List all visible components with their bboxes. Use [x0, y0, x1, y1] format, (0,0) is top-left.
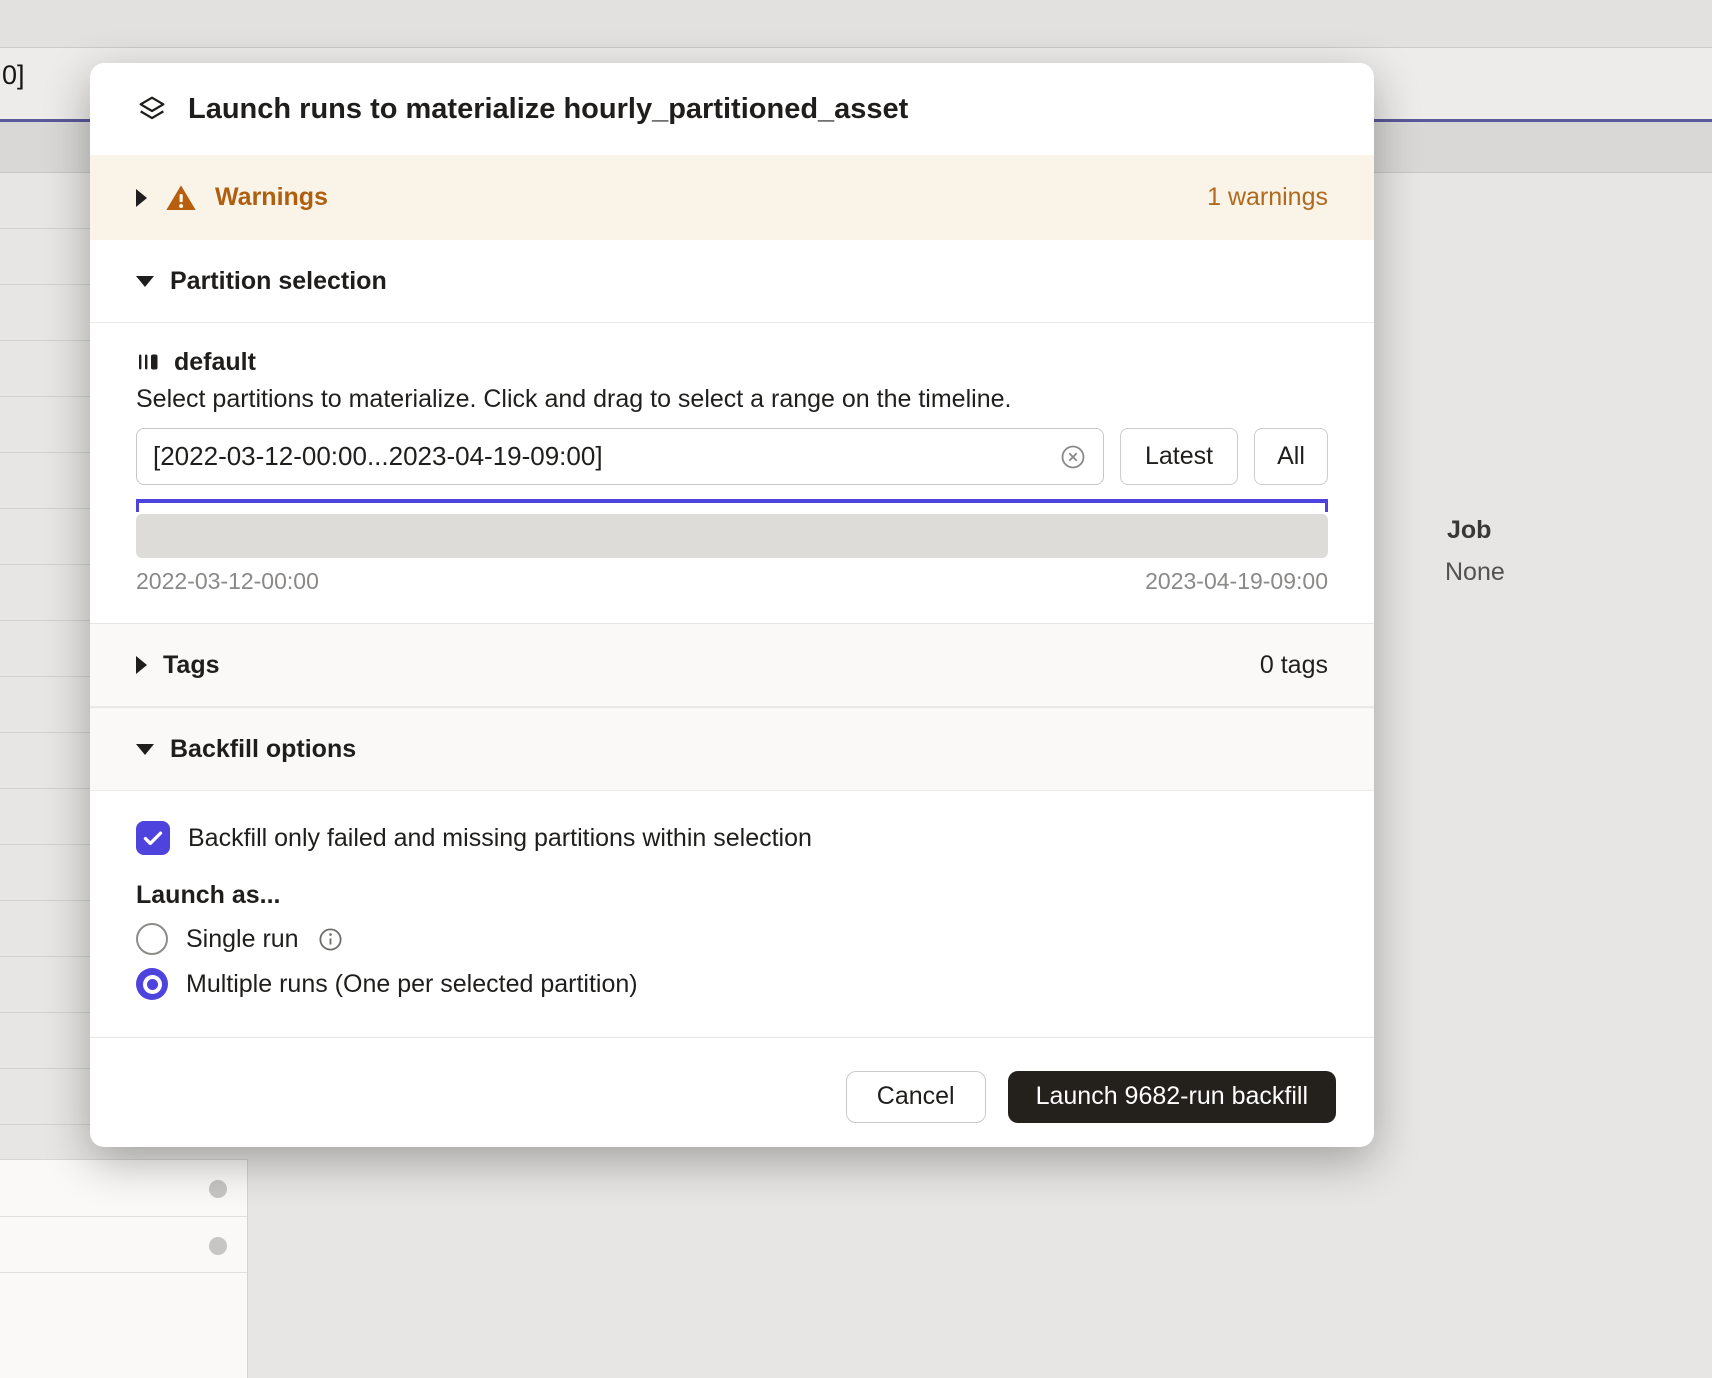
info-icon[interactable]	[317, 926, 344, 953]
backdrop-job-value: None	[1445, 558, 1505, 587]
status-dot-icon	[209, 1180, 227, 1198]
partition-range-value: [2022-03-12-00:00...2023-04-19-09:00]	[153, 441, 603, 472]
partition-selection-section-header[interactable]: Partition selection	[90, 240, 1374, 323]
partition-range-input[interactable]: [2022-03-12-00:00...2023-04-19-09:00]	[136, 428, 1104, 485]
backdrop-top-band	[0, 0, 1712, 48]
clear-icon[interactable]	[1059, 443, 1087, 471]
all-button[interactable]: All	[1254, 428, 1328, 485]
timeline-end-label: 2023-04-19-09:00	[1145, 568, 1328, 595]
partition-timeline[interactable]	[136, 514, 1328, 558]
dialog-title: Launch runs to materialize hourly_partit…	[188, 93, 908, 126]
backfill-checkbox-row: Backfill only failed and missing partiti…	[136, 821, 1328, 855]
partition-input-row: [2022-03-12-00:00...2023-04-19-09:00] La…	[136, 428, 1328, 485]
tags-count: 0 tags	[1260, 651, 1328, 680]
caret-right-icon	[136, 656, 147, 674]
backdrop-job-column-header: Job	[1447, 516, 1491, 545]
partition-selection-bracket[interactable]	[136, 499, 1328, 503]
backfill-options-section-header[interactable]: Backfill options	[90, 707, 1374, 791]
latest-button[interactable]: Latest	[1120, 428, 1238, 485]
backfill-options-label: Backfill options	[170, 735, 356, 764]
cancel-button[interactable]: Cancel	[846, 1071, 986, 1123]
backfill-only-failed-checkbox[interactable]	[136, 821, 170, 855]
partition-dimension-row: default	[136, 347, 1328, 377]
dialog-footer: Cancel Launch 9682-run backfill	[90, 1037, 1374, 1147]
status-dot-icon	[209, 1237, 227, 1255]
multiple-runs-radio[interactable]	[136, 968, 168, 1000]
backfill-options-body: Backfill only failed and missing partiti…	[90, 791, 1374, 1037]
caret-down-icon	[136, 276, 154, 287]
multiple-runs-option: Multiple runs (One per selected partitio…	[136, 968, 1328, 1000]
partition-dimension-icon	[136, 350, 160, 374]
single-run-option: Single run	[136, 923, 1328, 955]
launch-backfill-dialog: Launch runs to materialize hourly_partit…	[90, 63, 1374, 1147]
tags-label: Tags	[163, 651, 220, 680]
launch-as-label: Launch as...	[136, 881, 1328, 910]
single-run-radio[interactable]	[136, 923, 168, 955]
backdrop-row-divider	[0, 1216, 247, 1217]
caret-down-icon	[136, 744, 154, 755]
backdrop-clipped-label: 0]	[2, 60, 25, 91]
launch-backfill-button[interactable]: Launch 9682-run backfill	[1008, 1071, 1336, 1123]
backdrop-row-divider	[0, 1272, 247, 1273]
warnings-count: 1 warnings	[1207, 183, 1328, 212]
backfill-checkbox-label: Backfill only failed and missing partiti…	[188, 824, 812, 853]
tags-section-header[interactable]: Tags 0 tags	[90, 623, 1374, 707]
single-run-label: Single run	[186, 925, 299, 954]
warnings-label: Warnings	[215, 183, 328, 212]
dialog-header: Launch runs to materialize hourly_partit…	[90, 63, 1374, 155]
checkmark-icon	[140, 825, 166, 851]
partition-selection-label: Partition selection	[170, 267, 387, 296]
backdrop-bottom-panel	[0, 1159, 248, 1378]
multiple-runs-label: Multiple runs (One per selected partitio…	[186, 970, 638, 999]
warnings-section-header[interactable]: Warnings 1 warnings	[90, 155, 1374, 240]
partition-instructions: Select partitions to materialize. Click …	[136, 385, 1328, 414]
timeline-start-label: 2022-03-12-00:00	[136, 568, 319, 595]
partition-timeline-dates: 2022-03-12-00:00 2023-04-19-09:00	[136, 568, 1328, 595]
warning-icon	[165, 182, 197, 214]
partition-selection-body: default Select partitions to materialize…	[90, 323, 1374, 623]
caret-right-icon	[136, 189, 147, 207]
layers-icon	[136, 93, 168, 125]
backdrop-table-rows	[0, 173, 90, 1159]
partition-dimension-name: default	[174, 348, 256, 377]
screen: 0] Job None Launch runs to materialize h…	[0, 0, 1712, 1378]
